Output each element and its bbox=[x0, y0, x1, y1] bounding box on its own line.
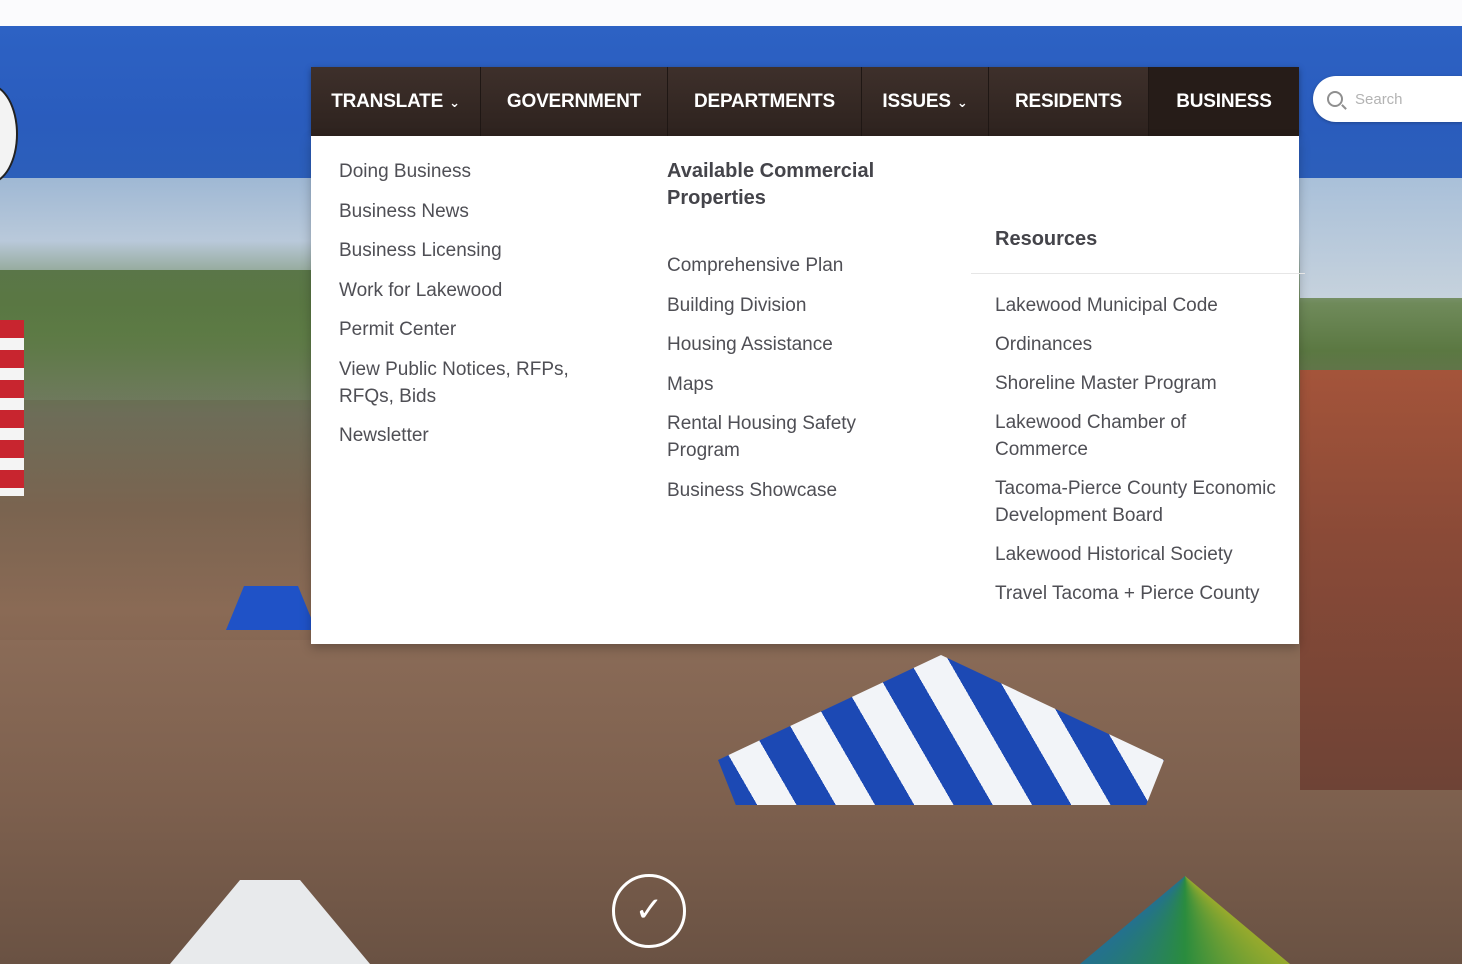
menu-link-housing-assistance[interactable]: Housing Assistance bbox=[667, 331, 967, 358]
menu-link-travel-tacoma[interactable]: Travel Tacoma + Pierce County bbox=[995, 580, 1295, 607]
business-dropdown-menu: Doing Business Business News Business Li… bbox=[311, 136, 1305, 644]
menu-link-public-notices[interactable]: View Public Notices, RFPs, RFQs, Bids bbox=[339, 356, 589, 410]
menu-link-business-news[interactable]: Business News bbox=[339, 198, 609, 225]
nav-item-label: TRANSLATE bbox=[331, 90, 444, 112]
menu-link-municipal-code[interactable]: Lakewood Municipal Code bbox=[995, 292, 1295, 319]
chevron-down-icon: ⌄ bbox=[956, 96, 968, 111]
nav-item-label: RESIDENTS bbox=[1015, 90, 1122, 112]
menu-link-shoreline-master-program[interactable]: Shoreline Master Program bbox=[995, 370, 1295, 397]
menu-link-doing-business[interactable]: Doing Business bbox=[339, 158, 609, 185]
nav-item-government[interactable]: GOVERNMENT bbox=[481, 67, 668, 136]
menu-column-1: Doing Business Business News Business Li… bbox=[339, 158, 609, 461]
menu-link-chamber-of-commerce[interactable]: Lakewood Chamber of Commerce bbox=[995, 409, 1225, 463]
menu-link-permit-center[interactable]: Permit Center bbox=[339, 316, 609, 343]
hero-photo-flag bbox=[0, 320, 24, 496]
nav-item-label: GOVERNMENT bbox=[506, 90, 642, 112]
menu-link-comprehensive-plan[interactable]: Comprehensive Plan bbox=[667, 252, 967, 279]
hero-photo-sky bbox=[1300, 178, 1462, 298]
nav-item-issues[interactable]: ISSUES ⌄ bbox=[862, 67, 989, 136]
search-input[interactable] bbox=[1353, 89, 1462, 109]
menu-link-building-division[interactable]: Building Division bbox=[667, 292, 967, 319]
menu-link-newsletter[interactable]: Newsletter bbox=[339, 422, 609, 449]
menu-link-rental-housing-safety[interactable]: Rental Housing Safety Program bbox=[667, 410, 887, 464]
menu-link-business-showcase[interactable]: Business Showcase bbox=[667, 477, 967, 504]
nav-item-business[interactable]: BUSINESS bbox=[1149, 67, 1299, 136]
menu-link-maps[interactable]: Maps bbox=[667, 371, 967, 398]
menu-link-economic-development-board[interactable]: Tacoma-Pierce County Economic Developmen… bbox=[995, 475, 1285, 529]
search-box[interactable] bbox=[1313, 76, 1462, 122]
browser-top-strip bbox=[0, 0, 1462, 26]
main-nav: TRANSLATE ⌄ GOVERNMENT DEPARTMENTS ISSUE… bbox=[311, 67, 1299, 136]
menu-column-2: Available Commercial Properties Comprehe… bbox=[667, 158, 967, 516]
menu-link-ordinances[interactable]: Ordinances bbox=[995, 331, 1295, 358]
nav-item-departments[interactable]: DEPARTMENTS bbox=[668, 67, 862, 136]
nav-item-label: DEPARTMENTS bbox=[693, 90, 835, 112]
menu-heading-commercial-properties[interactable]: Available Commercial Properties bbox=[667, 158, 967, 212]
menu-link-work-for-lakewood[interactable]: Work for Lakewood bbox=[339, 277, 609, 304]
nav-item-residents[interactable]: RESIDENTS bbox=[989, 67, 1149, 136]
menu-column-3: Resources Lakewood Municipal Code Ordina… bbox=[971, 226, 1305, 619]
chevron-down-icon: ⌄ bbox=[449, 96, 460, 111]
nav-item-label: BUSINESS bbox=[1176, 90, 1272, 112]
menu-heading-resources: Resources bbox=[971, 226, 1305, 274]
hero-photo-trees bbox=[0, 270, 312, 400]
menu-link-historical-society[interactable]: Lakewood Historical Society bbox=[995, 541, 1295, 568]
hero-photo-building bbox=[1300, 370, 1462, 790]
chevron-down-circle-icon[interactable]: ✓ bbox=[612, 874, 686, 948]
nav-item-translate[interactable]: TRANSLATE ⌄ bbox=[311, 67, 481, 136]
menu-link-business-licensing[interactable]: Business Licensing bbox=[339, 237, 609, 264]
nav-item-label: ISSUES bbox=[882, 90, 951, 112]
search-icon[interactable] bbox=[1327, 91, 1343, 107]
